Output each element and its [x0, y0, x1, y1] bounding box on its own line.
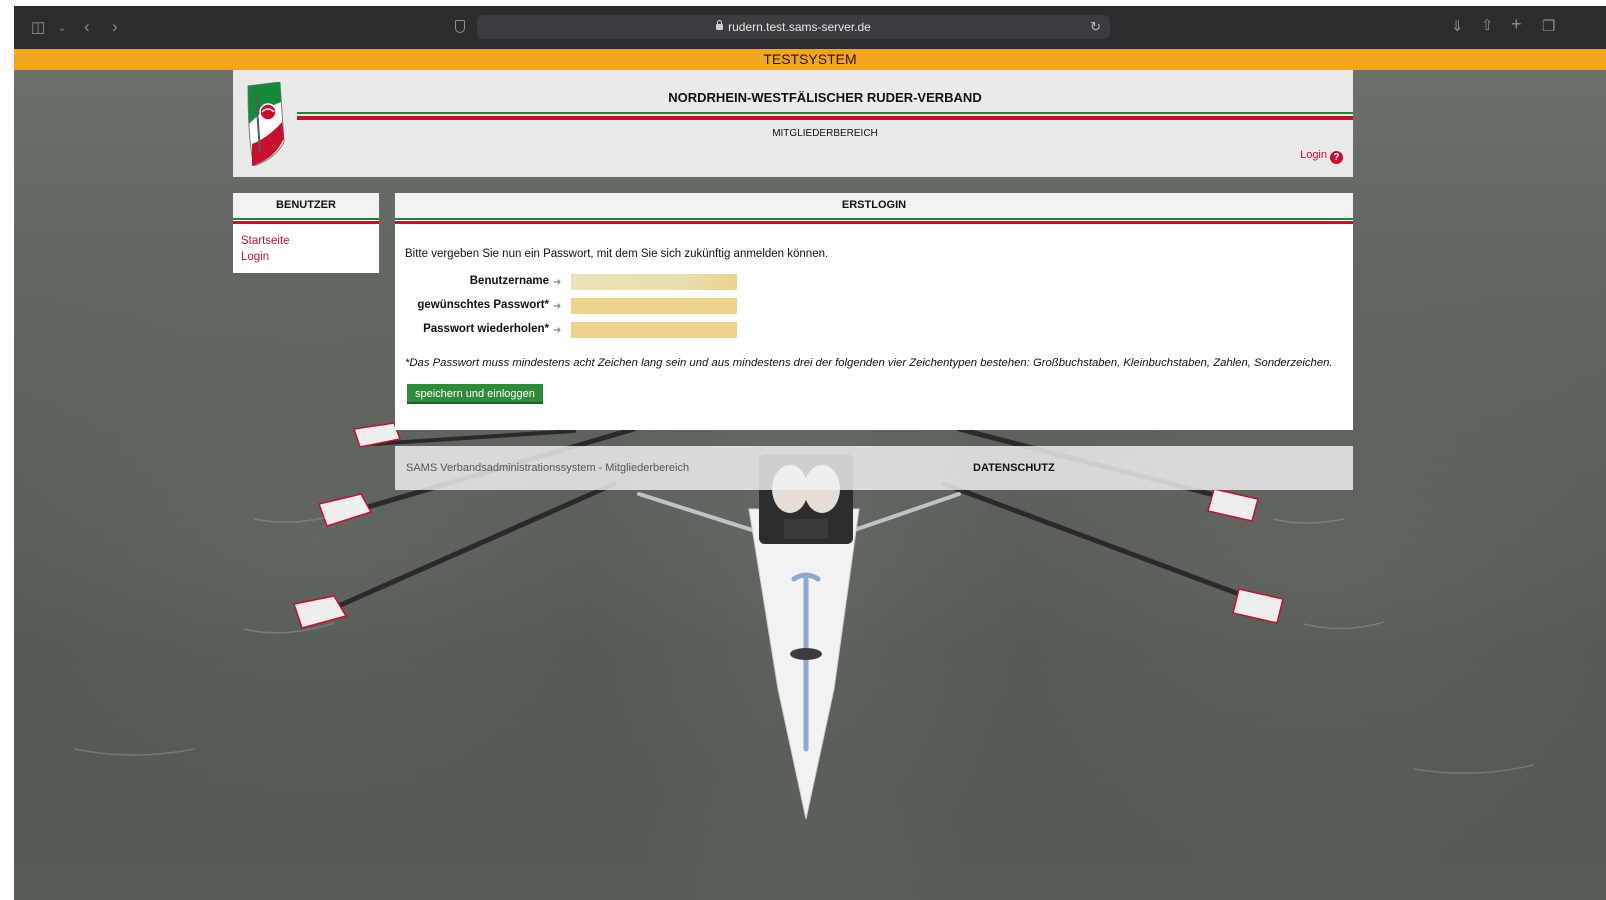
first-login-panel: ERSTLOGIN Bitte vergeben Sie nun ein Pas… [395, 193, 1353, 430]
password-field[interactable] [571, 298, 737, 314]
username-label: Benutzername [469, 275, 549, 287]
lock-icon [716, 20, 724, 30]
arrow-right-icon: ➜ [553, 277, 562, 288]
panel-title: ERSTLOGIN [395, 193, 1353, 218]
password-rules-note: *Das Passwort muss mindestens acht Zeich… [405, 357, 1333, 369]
footer-text: SAMS Verbandsadministrationssystem - Mit… [406, 462, 690, 474]
address-bar[interactable]: rudern.test.sams-server.de ↻ [477, 15, 1110, 39]
sidebar-toggle-icon[interactable]: ◫ [31, 20, 45, 35]
org-title: NORDRHEIN-WESTFÄLISCHER RUDER-VERBAND [668, 90, 982, 105]
username-field[interactable] [571, 274, 737, 290]
page-footer: SAMS Verbandsadministrationssystem - Mit… [395, 446, 1353, 490]
download-icon[interactable]: ⇓ [1451, 19, 1464, 34]
site-header: NORDRHEIN-WESTFÄLISCHER RUDER-VERBAND MI… [233, 70, 1353, 177]
password-label: gewünschtes Passwort* [417, 299, 549, 311]
nrw-ruder-verband-logo[interactable] [246, 82, 286, 166]
arrow-right-icon: ➜ [553, 301, 562, 312]
new-tab-icon[interactable]: + [1511, 15, 1522, 33]
page-viewport: TESTSYSTEM NORDRHEIN-WESTFÄLISCHER RUDER… [14, 49, 1606, 900]
tab-overview-icon[interactable]: ❐ [1542, 19, 1555, 34]
sidebar-item-login[interactable]: Login [241, 251, 269, 263]
url-text: rudern.test.sams-server.de [728, 20, 871, 34]
sidebar-item-startseite[interactable]: Startseite [241, 235, 290, 247]
testsystem-banner: TESTSYSTEM [14, 49, 1606, 70]
sidebar-title: BENUTZER [233, 193, 379, 218]
user-sidebar: BENUTZER Startseite Login [233, 193, 379, 273]
intro-text: Bitte vergeben Sie nun ein Passwort, mit… [405, 248, 829, 260]
help-icon[interactable]: ? [1330, 151, 1343, 164]
panel-stripe-green [395, 218, 1353, 220]
forward-icon[interactable]: › [112, 18, 118, 35]
browser-toolbar: ◫ ⌄ ‹ › rudern.test.sams-server.de ↻ ⇓ ⇧… [14, 6, 1606, 50]
header-login-link[interactable]: Login? [1300, 149, 1343, 164]
area-subtitle: MITGLIEDERBEREICH [772, 128, 878, 139]
sidebar-stripe-green [233, 218, 379, 220]
header-stripe-red [297, 116, 1353, 120]
privacy-link[interactable]: DATENSCHUTZ [973, 462, 1055, 474]
header-stripe-green [297, 112, 1353, 114]
arrow-right-icon: ➜ [553, 325, 562, 336]
reload-icon[interactable]: ↻ [1090, 15, 1101, 39]
save-and-login-button[interactable]: speichern und einloggen [407, 384, 543, 404]
password-repeat-field[interactable] [571, 322, 737, 338]
header-login-label: Login [1300, 149, 1327, 161]
back-icon[interactable]: ‹ [84, 18, 90, 35]
share-icon[interactable]: ⇧ [1481, 18, 1494, 33]
panel-stripe-red [395, 221, 1353, 224]
chevron-down-icon[interactable]: ⌄ [58, 21, 66, 36]
sidebar-stripe-red [233, 221, 379, 224]
privacy-shield-icon[interactable] [455, 20, 465, 33]
browser-window: ◫ ⌄ ‹ › rudern.test.sams-server.de ↻ ⇓ ⇧… [14, 6, 1606, 900]
password-repeat-label: Passwort wiederholen* [423, 323, 549, 335]
